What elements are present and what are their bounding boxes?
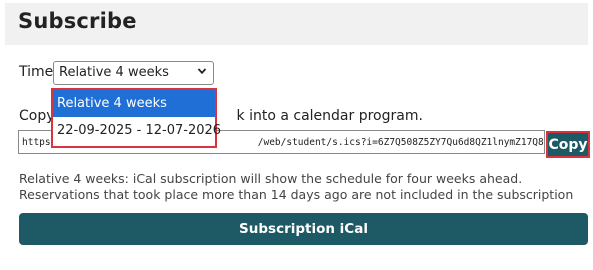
info-line-2: Reservations that took place more than 1… (19, 187, 574, 202)
page-title: Subscribe (18, 9, 137, 33)
info-line-1: Relative 4 weeks: iCal subscription will… (19, 171, 523, 186)
time-option-date-range[interactable]: 22-09-2025 - 12-07-2026 (53, 117, 221, 144)
copy-instructions-prefix: Copy (19, 108, 55, 124)
copy-instructions-suffix: k into a calendar program. (236, 108, 423, 124)
time-select[interactable]: Relative 4 weeks (53, 61, 214, 85)
time-dropdown-list: Relative 4 weeks 22-09-2025 - 12-07-2026 (51, 88, 221, 148)
chevron-down-icon (197, 68, 207, 75)
copy-button[interactable]: Copy (546, 131, 590, 158)
time-select-value: Relative 4 weeks (59, 65, 169, 80)
url-suffix: /web/student/s.ics?i=6Z7Q508Z5ZY7Qu6d8QZ… (257, 137, 544, 148)
subscription-ical-button[interactable]: Subscription iCal (19, 213, 588, 245)
time-option-relative[interactable]: Relative 4 weeks (53, 90, 215, 117)
time-label: Time (19, 64, 54, 80)
